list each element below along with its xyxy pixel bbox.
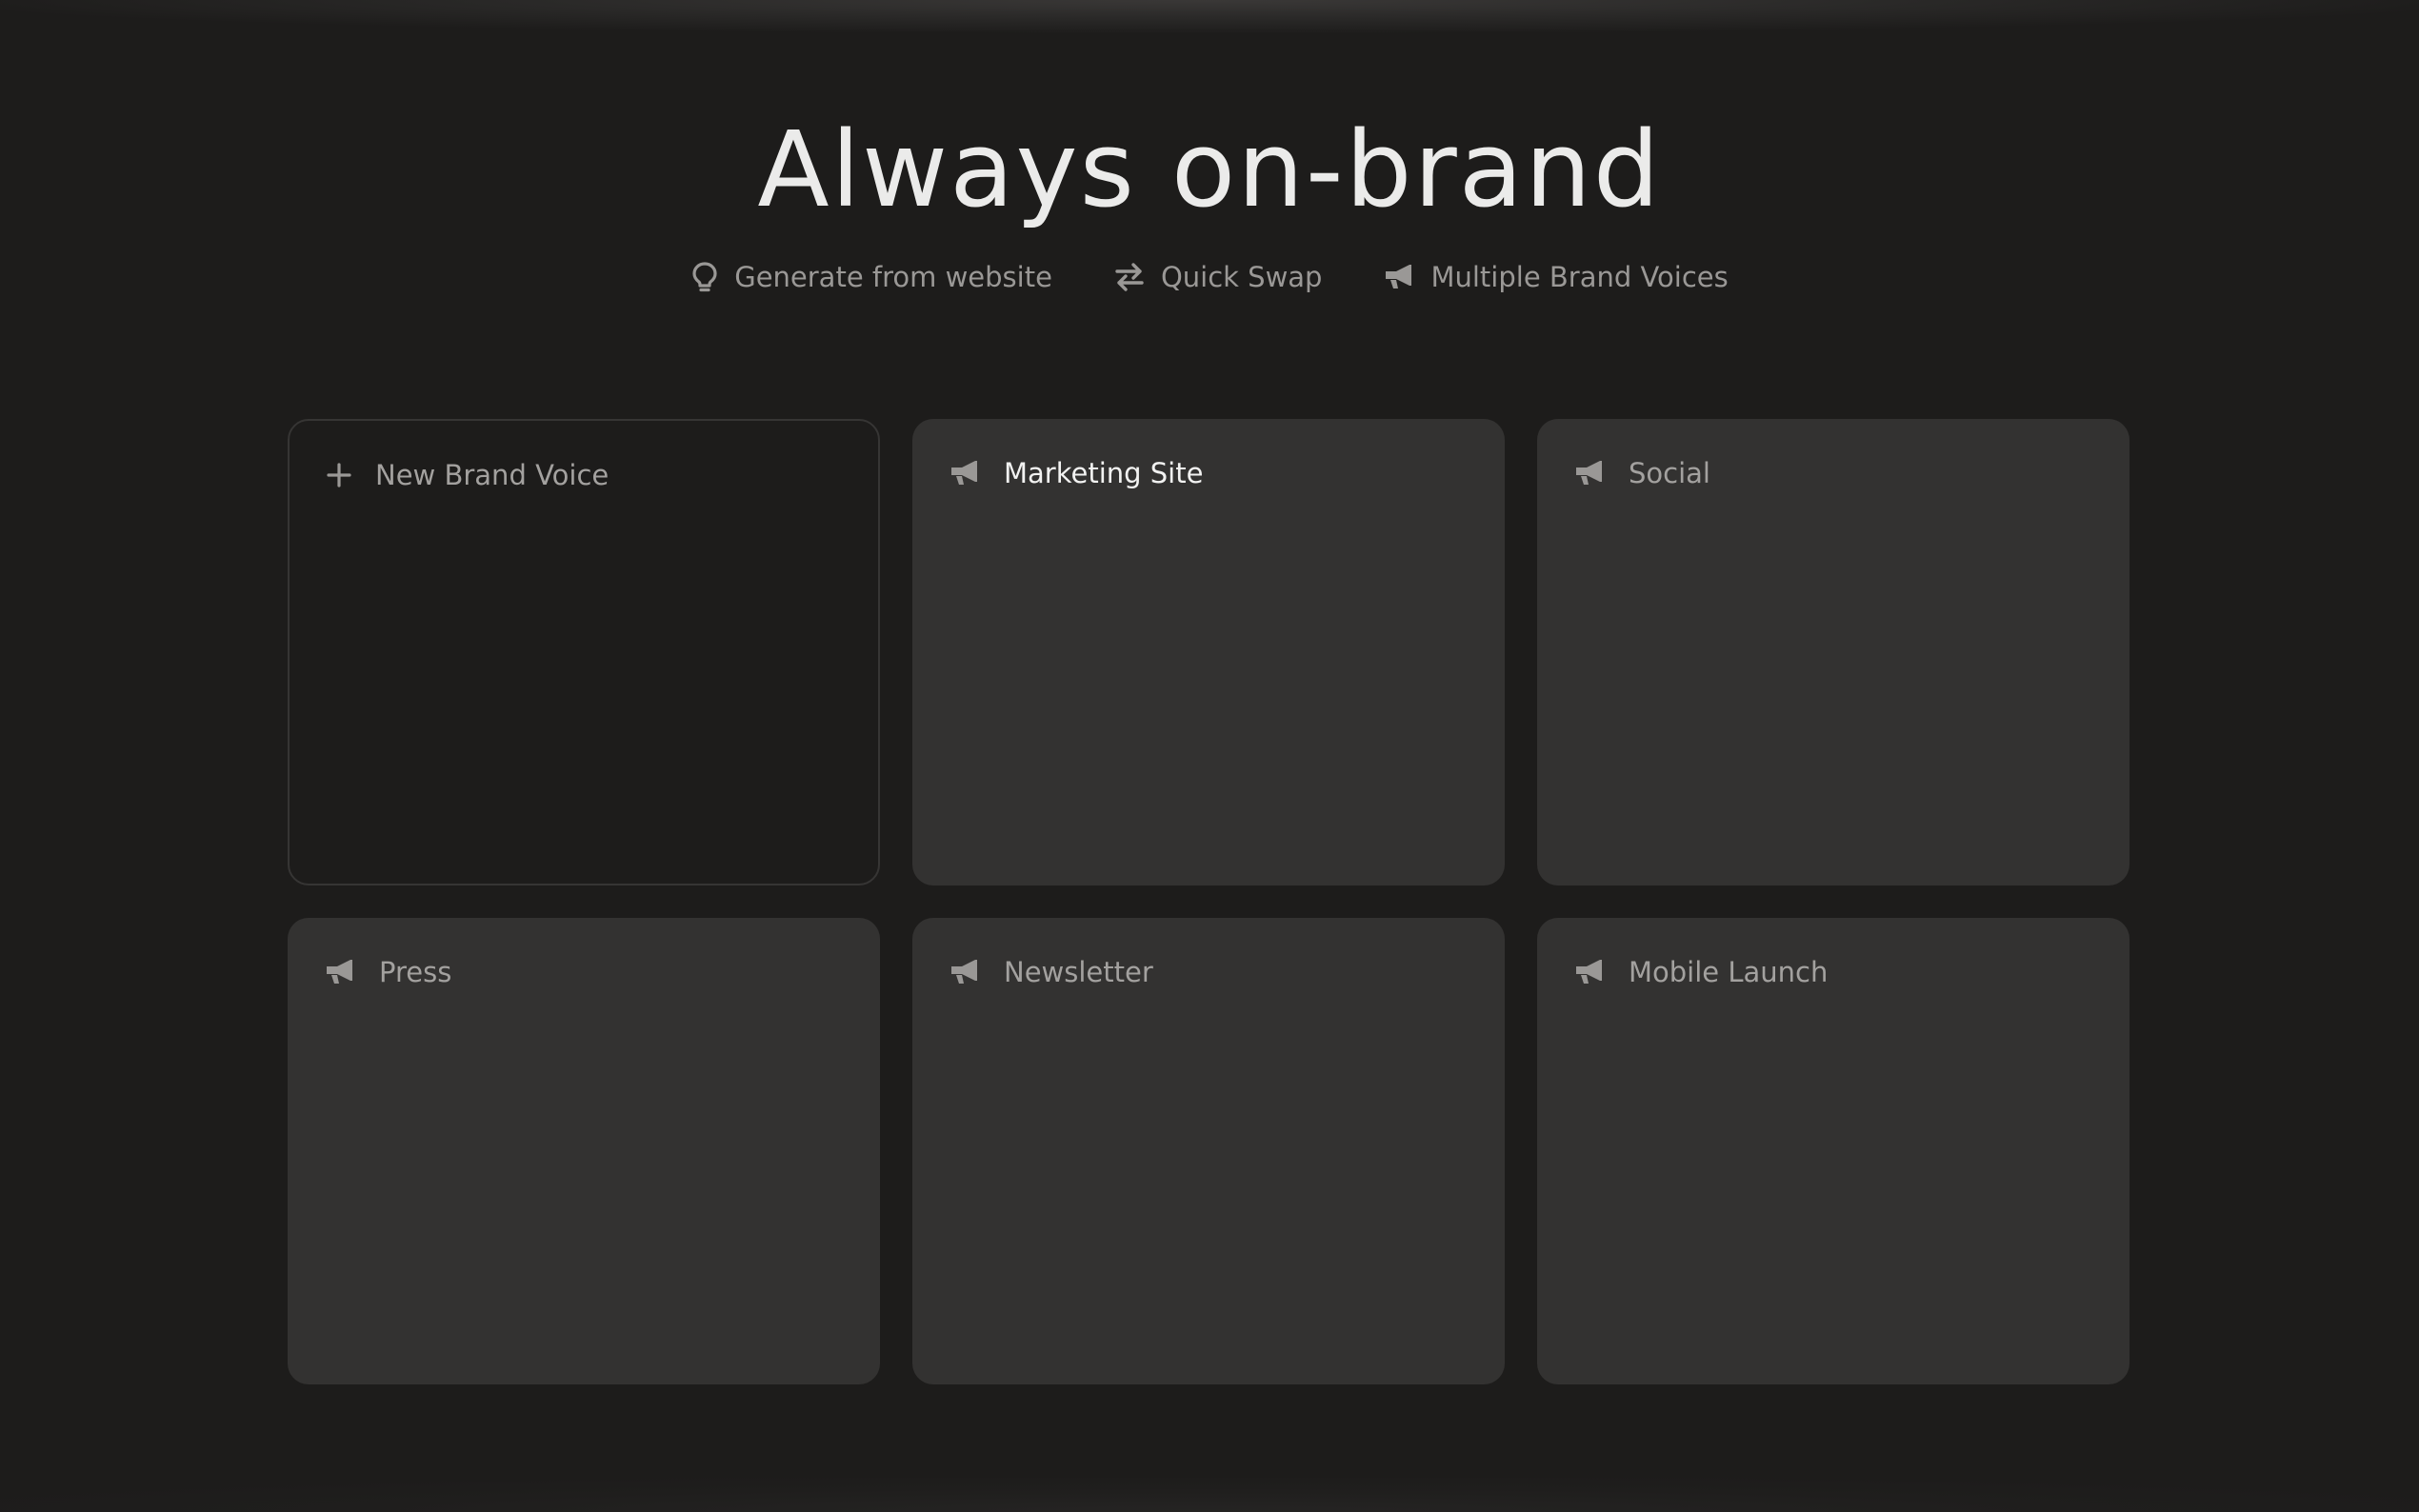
card-header: Marketing Site <box>949 451 1203 495</box>
card-label: Marketing Site <box>1004 457 1204 489</box>
brand-voice-card-marketing-site[interactable]: Marketing Site <box>912 419 1505 885</box>
top-edge-glow <box>0 0 2419 32</box>
page-title: Always on-brand <box>757 109 1662 230</box>
card-header: Press <box>324 950 451 994</box>
brand-voice-card-mobile-launch[interactable]: Mobile Launch <box>1537 918 2129 1384</box>
feature-list: Generate from website Quick Swap Multipl… <box>0 253 2419 301</box>
megaphone-icon <box>324 957 356 987</box>
brand-voice-card-press[interactable]: Press <box>288 918 880 1384</box>
feature-label: Multiple Brand Voices <box>1430 261 1729 293</box>
bottom-edge-glow <box>0 1478 2419 1512</box>
card-header: Social <box>1573 451 1710 495</box>
feature-label: Quick Swap <box>1160 261 1323 293</box>
megaphone-icon <box>949 458 981 488</box>
feature-label: Generate from website <box>734 261 1052 293</box>
lightbulb-icon <box>690 261 719 293</box>
megaphone-icon <box>949 957 981 987</box>
card-label: Social <box>1629 457 1710 489</box>
brand-voice-grid: New Brand Voice Marketing Site Social Pr… <box>288 419 2131 1384</box>
card-header: Mobile Launch <box>1573 950 1828 994</box>
megaphone-icon <box>1573 957 1606 987</box>
feature-generate-from-website: Generate from website <box>690 261 1052 293</box>
card-label: Mobile Launch <box>1629 956 1829 988</box>
card-label: Newsletter <box>1004 956 1153 988</box>
page: Always on-brand Generate from website Qu… <box>0 0 2419 1512</box>
plus-icon <box>326 462 352 488</box>
brand-voice-card-social[interactable]: Social <box>1537 419 2129 885</box>
new-brand-voice-card[interactable]: New Brand Voice <box>288 419 880 885</box>
feature-quick-swap: Quick Swap <box>1113 261 1323 293</box>
megaphone-icon <box>1383 262 1415 292</box>
card-label: New Brand Voice <box>375 459 610 491</box>
feature-multiple-brand-voices: Multiple Brand Voices <box>1383 261 1729 293</box>
card-header: Newsletter <box>949 950 1153 994</box>
card-header: New Brand Voice <box>326 453 609 497</box>
card-label: Press <box>379 956 452 988</box>
swap-arrows-icon <box>1113 262 1146 292</box>
brand-voice-card-newsletter[interactable]: Newsletter <box>912 918 1505 1384</box>
megaphone-icon <box>1573 458 1606 488</box>
